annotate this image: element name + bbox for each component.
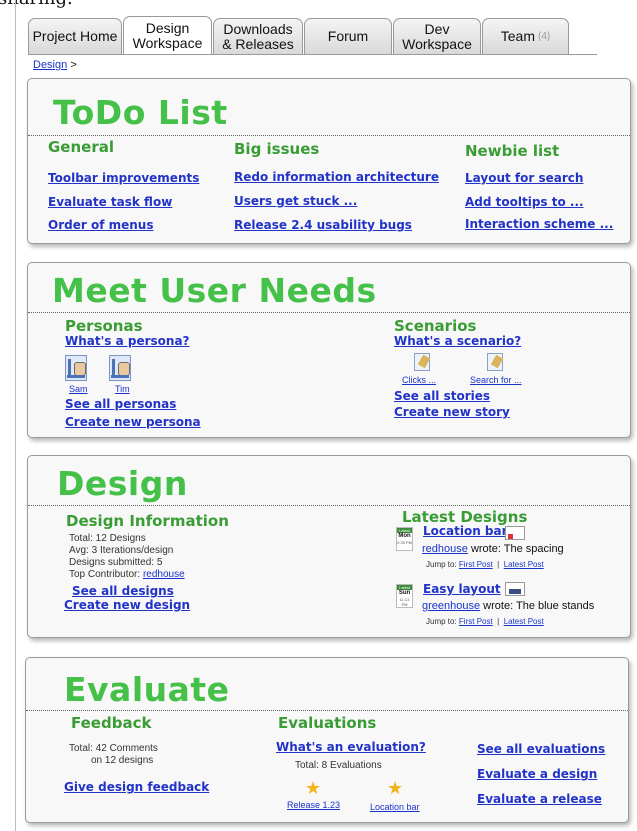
calendar-icon: Latest post Mon 2:35 PM xyxy=(396,527,413,551)
todo-newbie-item[interactable]: Add tooltips to ... xyxy=(465,195,584,209)
todo-bigissues-item[interactable]: Users get stuck ... xyxy=(234,194,357,208)
cutoff-text: sharing. xyxy=(0,0,73,9)
evaluate-release-link[interactable]: Evaluate a release xyxy=(477,792,602,806)
team-count-badge: (4) xyxy=(538,31,551,42)
scenario-clicks-link[interactable]: Clicks ... xyxy=(402,375,436,385)
needs-divider xyxy=(28,312,630,313)
see-all-stories-link[interactable]: See all stories xyxy=(394,389,490,403)
create-design-link[interactable]: Create new design xyxy=(64,598,190,612)
tab-project-home[interactable]: Project Home xyxy=(28,18,122,54)
design-total: Total: 12 Designs xyxy=(69,533,146,544)
breadcrumb: Design > xyxy=(33,59,77,71)
design-divider xyxy=(28,505,630,506)
todo-bigissues-item[interactable]: Release 2.4 usability bugs xyxy=(234,218,412,232)
whats-scenario-link[interactable]: What's a scenario? xyxy=(394,334,521,348)
tab-forum[interactable]: Forum xyxy=(304,18,392,54)
design-panel: Design Design Information Total: 12 Desi… xyxy=(27,455,631,638)
latest-post-link[interactable]: Latest Post xyxy=(504,617,544,626)
todo-bigissues-item[interactable]: Redo information architecture xyxy=(234,170,439,184)
latest-design-user-link[interactable]: redhouse xyxy=(422,543,468,555)
needs-title: Meet User Needs xyxy=(52,271,377,310)
evaluate-panel: Evaluate Feedback Total: 42 Comments on … xyxy=(25,657,629,823)
first-post-link[interactable]: First Post xyxy=(459,617,493,626)
star-icon[interactable]: ★ xyxy=(387,780,403,798)
eval-total: Total: 8 Evaluations xyxy=(295,760,382,771)
see-all-designs-link[interactable]: See all designs xyxy=(72,584,174,598)
evaluate-design-link[interactable]: Evaluate a design xyxy=(477,767,597,781)
todo-newbie-item[interactable]: Interaction scheme ... xyxy=(465,217,613,231)
design-info-heading: Design Information xyxy=(66,512,229,530)
todo-general-item[interactable]: Evaluate task flow xyxy=(48,195,172,209)
todo-col-bigissues-heading: Big issues xyxy=(234,140,320,158)
tab-design-workspace[interactable]: Design Workspace xyxy=(123,16,212,55)
todo-general-item[interactable]: Order of menus xyxy=(48,218,153,232)
design-title: Design xyxy=(57,464,188,503)
evaluations-heading: Evaluations xyxy=(278,714,377,732)
feedback-heading: Feedback xyxy=(71,714,152,732)
tab-bar-baseline xyxy=(28,54,597,55)
jump-to-links: Jump to: First Post | Latest Post xyxy=(426,617,544,626)
design-submitted: Designs submitted: 5 xyxy=(69,557,163,568)
tab-team[interactable]: Team (4) xyxy=(482,18,569,54)
persona-tim-icon[interactable] xyxy=(109,355,131,381)
tab-dev-workspace[interactable]: Dev Workspace xyxy=(393,18,481,54)
todo-divider xyxy=(28,135,630,136)
design-top-contributor: Top Contributor: redhouse xyxy=(69,569,185,580)
latest-design-message: redhouse wrote: The spacing xyxy=(422,543,564,555)
scenario-note-icon[interactable] xyxy=(414,353,430,371)
latest-design-title-link[interactable]: Location bar xyxy=(423,524,508,538)
todo-panel: ToDo List General Toolbar improvements E… xyxy=(27,78,631,244)
create-story-link[interactable]: Create new story xyxy=(394,405,510,419)
todo-title: ToDo List xyxy=(53,93,228,132)
whats-evaluation-link[interactable]: What's an evaluation? xyxy=(276,740,426,754)
todo-col-newbie-heading: Newbie list xyxy=(465,142,560,160)
feedback-on: on 12 designs xyxy=(91,755,154,766)
persona-tim-link[interactable]: Tim xyxy=(115,384,130,394)
give-feedback-link[interactable]: Give design feedback xyxy=(64,780,209,794)
jump-to-links: Jump to: First Post | Latest Post xyxy=(426,560,544,569)
whats-persona-link[interactable]: What's a persona? xyxy=(65,334,190,348)
design-thumbnail[interactable] xyxy=(505,582,525,596)
breadcrumb-design-link[interactable]: Design xyxy=(33,59,67,71)
eval-release-link[interactable]: Release 1.23 xyxy=(287,800,340,810)
see-all-personas-link[interactable]: See all personas xyxy=(65,397,176,411)
design-thumbnail[interactable] xyxy=(505,526,525,540)
scenarios-heading: Scenarios xyxy=(394,317,477,335)
first-post-link[interactable]: First Post xyxy=(459,560,493,569)
left-divider xyxy=(15,0,16,831)
todo-general-item[interactable]: Toolbar improvements xyxy=(48,171,199,185)
latest-design-title-link[interactable]: Easy layout xyxy=(423,582,501,596)
evaluate-title: Evaluate xyxy=(64,670,230,709)
latest-design-user-link[interactable]: greenhouse xyxy=(422,600,480,612)
tab-downloads-releases[interactable]: Downloads & Releases xyxy=(213,18,303,54)
feedback-total: Total: 42 Comments xyxy=(69,743,158,754)
latest-design-message: greenhouse wrote: The blue stands xyxy=(422,600,595,612)
needs-panel: Meet User Needs Personas What's a person… xyxy=(27,262,631,438)
scenario-search-link[interactable]: Search for ... xyxy=(470,375,522,385)
see-all-evaluations-link[interactable]: See all evaluations xyxy=(477,742,605,756)
design-avg: Avg: 3 Iterations/design xyxy=(69,545,174,556)
evaluate-divider xyxy=(26,710,628,711)
eval-location-link[interactable]: Location bar xyxy=(370,802,420,812)
create-persona-link[interactable]: Create new persona xyxy=(65,415,201,429)
top-contributor-link[interactable]: redhouse xyxy=(143,569,185,580)
persona-sam-link[interactable]: Sam xyxy=(69,384,88,394)
todo-col-general-heading: General xyxy=(48,138,114,156)
calendar-icon: Latest post Sun 11:13 PM xyxy=(396,584,413,608)
todo-newbie-item[interactable]: Layout for search xyxy=(465,171,583,185)
personas-heading: Personas xyxy=(65,317,143,335)
persona-sam-icon[interactable] xyxy=(65,355,87,381)
scenario-note-icon[interactable] xyxy=(487,353,503,371)
star-icon[interactable]: ★ xyxy=(305,780,321,798)
latest-post-link[interactable]: Latest Post xyxy=(504,560,544,569)
